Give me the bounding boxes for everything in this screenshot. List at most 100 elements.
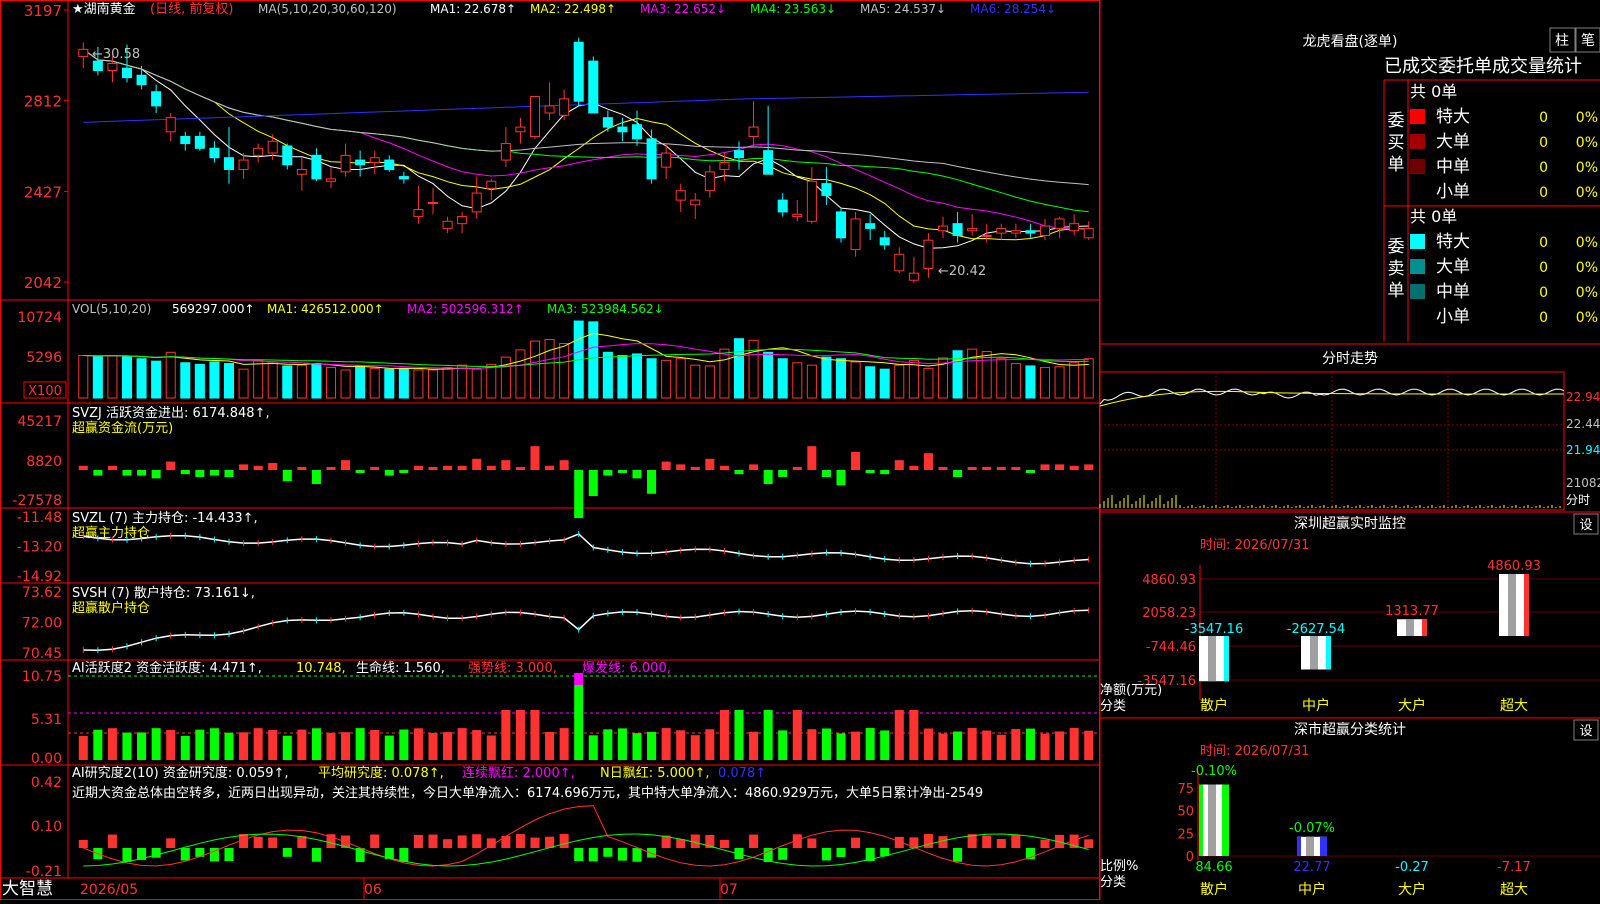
candle[interactable] <box>777 193 788 217</box>
candle[interactable] <box>500 127 511 168</box>
flow-bar[interactable] <box>617 470 627 473</box>
flow-bar[interactable] <box>880 470 890 475</box>
candle[interactable] <box>865 214 876 241</box>
volume-bar[interactable] <box>908 359 919 399</box>
volume-bar[interactable] <box>675 358 686 399</box>
flow-bar[interactable] <box>253 465 263 470</box>
volume-bar[interactable] <box>486 363 497 399</box>
candle[interactable] <box>646 129 657 184</box>
candle[interactable] <box>442 216 453 234</box>
monitor-bar[interactable] <box>1199 636 1229 682</box>
activity-bar[interactable] <box>224 732 234 760</box>
research-bar[interactable] <box>224 848 234 862</box>
activity-bar[interactable] <box>996 734 1006 760</box>
activity-bar[interactable] <box>734 710 744 760</box>
research-bar[interactable] <box>603 848 613 857</box>
volume-bar[interactable] <box>544 338 555 399</box>
flow-bar[interactable] <box>443 465 453 470</box>
candle[interactable] <box>631 110 643 146</box>
candle[interactable] <box>180 131 191 151</box>
activity-bar[interactable] <box>909 710 919 760</box>
research-bar[interactable] <box>253 836 263 848</box>
volume-bar[interactable] <box>340 369 351 399</box>
volume-bar[interactable] <box>253 359 264 399</box>
volume-bar[interactable] <box>996 358 1007 399</box>
candle[interactable] <box>937 216 949 238</box>
volume-bar[interactable] <box>325 367 337 399</box>
volume-bar[interactable] <box>296 364 307 399</box>
activity-bar[interactable] <box>1069 728 1079 760</box>
activity-bar[interactable] <box>209 728 219 760</box>
flow-bar[interactable] <box>545 465 555 470</box>
activity-bar[interactable] <box>355 728 365 760</box>
flow-bar[interactable] <box>588 470 598 496</box>
research-bar[interactable] <box>632 848 642 862</box>
activity-bar[interactable] <box>749 731 759 760</box>
research-bar[interactable] <box>443 839 453 848</box>
flow-bar[interactable] <box>982 467 992 470</box>
volume-bar[interactable] <box>981 351 992 399</box>
flow-bar[interactable] <box>297 467 307 470</box>
flow-bar[interactable] <box>676 464 686 470</box>
flow-bar[interactable] <box>690 467 700 470</box>
candle[interactable] <box>355 150 366 177</box>
research-bar[interactable] <box>851 837 861 848</box>
activity-bar[interactable] <box>253 728 263 760</box>
flow-bar[interactable] <box>1025 470 1035 473</box>
candle[interactable] <box>151 84 162 113</box>
activity-bar[interactable] <box>180 735 190 760</box>
research-bar[interactable] <box>413 834 423 848</box>
research-bar[interactable] <box>938 836 948 848</box>
flow-bar[interactable] <box>574 470 584 518</box>
research-bar[interactable] <box>719 839 729 848</box>
candle[interactable] <box>325 167 337 189</box>
candle[interactable] <box>457 211 468 234</box>
classify-settings-button[interactable]: 设 <box>1573 719 1599 741</box>
svsh-panel[interactable]: 73.62 72.00 70.45 SVSH (7) 散户持仓: 73.161↓,超赢… <box>22 585 1090 662</box>
activity-bar[interactable] <box>647 731 657 760</box>
research-bar[interactable] <box>836 848 846 857</box>
flow-bar[interactable] <box>486 465 496 470</box>
research-bar[interactable] <box>545 836 555 848</box>
flow-bar[interactable] <box>341 460 351 470</box>
volume-bar[interactable] <box>559 343 570 399</box>
flow-bar[interactable] <box>763 470 773 484</box>
flow-bar[interactable] <box>778 470 788 477</box>
volume-bar[interactable] <box>1025 365 1036 399</box>
candle[interactable] <box>544 82 555 121</box>
flow-bar[interactable] <box>821 470 831 477</box>
candle[interactable] <box>821 167 832 205</box>
candle[interactable] <box>1025 223 1036 238</box>
candle[interactable] <box>559 89 570 121</box>
activity-bar[interactable] <box>719 710 729 760</box>
activity-bar[interactable] <box>953 731 963 760</box>
activity-bar[interactable] <box>778 730 788 760</box>
activity-bar[interactable] <box>515 710 525 760</box>
activity-bar[interactable] <box>821 728 831 760</box>
flow-bar[interactable] <box>836 470 846 486</box>
volume-bar[interactable] <box>151 360 162 399</box>
activity-bar[interactable] <box>603 729 613 760</box>
volume-bar[interactable] <box>1054 366 1065 399</box>
candle[interactable] <box>398 171 409 184</box>
flow-bar[interactable] <box>137 470 147 476</box>
activity-bar[interactable] <box>137 732 147 760</box>
activity-bar[interactable] <box>413 728 423 760</box>
activity-bar[interactable] <box>282 735 292 760</box>
volume-bar[interactable] <box>733 338 745 399</box>
activity-bar[interactable] <box>297 729 307 760</box>
flow-bar[interactable] <box>647 470 657 494</box>
candle[interactable] <box>675 183 686 212</box>
candlestick-panel[interactable]: 3197 2812 2427 2042 ★湖南黄金 (日线, 前复权) MA(5,10,20… <box>24 1 1094 292</box>
flow-bar[interactable] <box>807 446 817 470</box>
candle[interactable] <box>282 143 293 170</box>
volume-bar[interactable] <box>529 340 541 399</box>
flow-bar[interactable] <box>923 453 933 470</box>
research-bar[interactable] <box>953 848 963 862</box>
flow-bar[interactable] <box>938 467 948 470</box>
research-bar[interactable] <box>1084 839 1094 848</box>
volume-bar[interactable] <box>209 361 220 399</box>
research-bar[interactable] <box>428 834 438 848</box>
activity-bar[interactable] <box>1084 730 1094 760</box>
volume-bar[interactable] <box>602 351 613 399</box>
